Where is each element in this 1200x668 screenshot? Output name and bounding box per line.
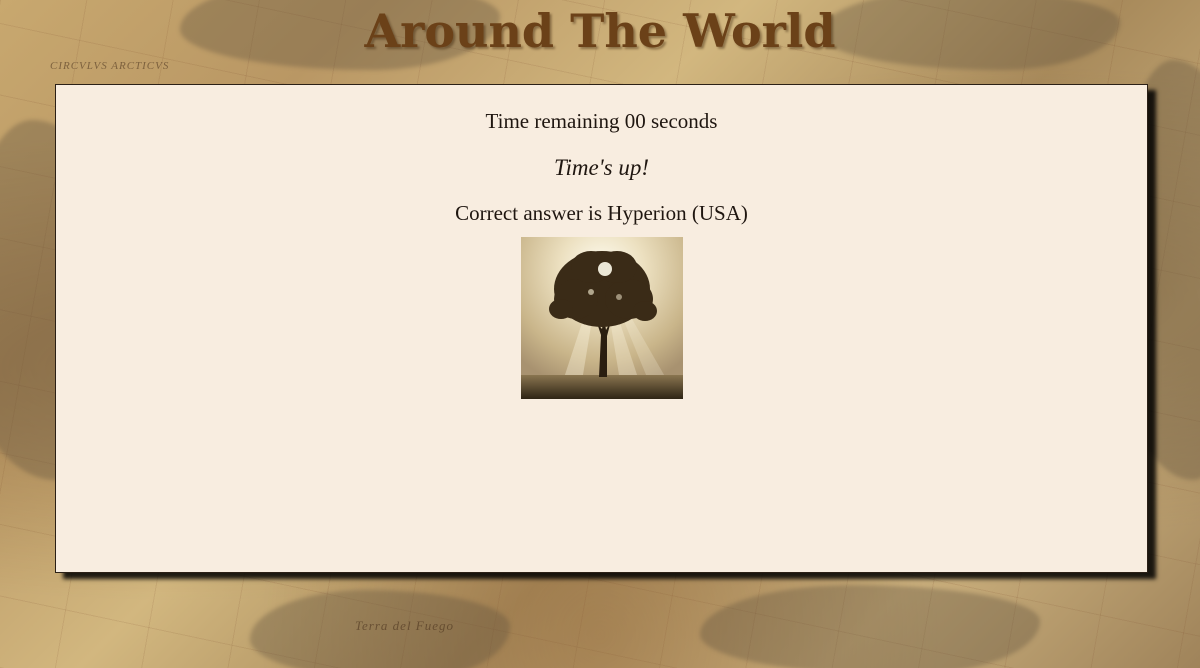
map-label: CIRCVLVS ARCTICVS <box>50 60 170 72</box>
map-label: Terra del Fuego <box>355 618 455 633</box>
correct-answer-text: Correct answer is Hyperion (USA) <box>455 201 748 225</box>
map-landmass <box>700 585 1040 668</box>
times-up-message: Time's up! <box>553 155 649 180</box>
tree-photo <box>520 237 683 399</box>
page: { "header": { "title": "Around The World… <box>0 0 1200 668</box>
site-title: Around The World <box>364 4 836 58</box>
game-panel: Time remaining 00 seconds Time's up! Cor… <box>55 84 1148 573</box>
timer-text: Time remaining 00 seconds <box>485 109 718 133</box>
